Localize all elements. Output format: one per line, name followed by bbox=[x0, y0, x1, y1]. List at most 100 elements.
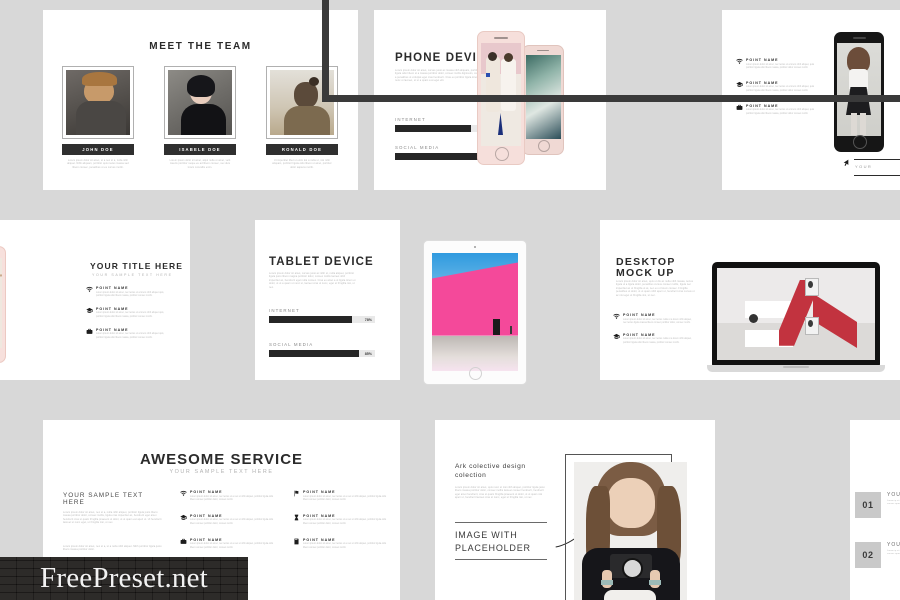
point-item[interactable]: POINT NAME Lorem ipsum dolor sit amet, n… bbox=[736, 58, 816, 70]
tablet-screen bbox=[432, 253, 518, 371]
point-item[interactable]: POINT NAME Lorem ipsum dolor sit amet, n… bbox=[736, 104, 816, 116]
briefcase-icon bbox=[736, 104, 743, 111]
point-item[interactable]: POINT NAME Lorem ipsum dolor sit amet, n… bbox=[180, 490, 275, 502]
point-name: POINT NAME bbox=[190, 513, 223, 518]
stat-bar-social-media: SOCIAL MEDIA 85% bbox=[269, 342, 375, 357]
graduation-cap-icon bbox=[613, 333, 620, 340]
slide-image-placeholder[interactable]: Ark colective design colection Lorem ips… bbox=[435, 420, 715, 600]
briefcase-icon bbox=[180, 538, 187, 545]
points-column-right: POINT NAME Lorem ipsum dolor sit amet, n… bbox=[293, 490, 388, 556]
point-item[interactable]: POINT NAME Lorem ipsum dolor sit amet, n… bbox=[86, 307, 170, 319]
item-title: YOU bbox=[887, 492, 900, 498]
point-name: POINT NAME bbox=[303, 490, 336, 494]
stat-fill bbox=[395, 125, 472, 132]
page-title: TABLET DEVICE bbox=[269, 256, 374, 268]
stat-label: SOCIAL MEDIA bbox=[269, 342, 314, 347]
left-column: YOUR SAMPLE TEXT HERE Lorem ipsum dolor … bbox=[63, 492, 164, 551]
point-item[interactable]: POINT NAME Lorem ipsum dolor sit amet, n… bbox=[293, 490, 388, 502]
member-name: JOHN DOE bbox=[82, 147, 114, 152]
point-text: Lorem ipsum dolor sit amet, nec lectus u… bbox=[746, 86, 815, 92]
section-heading: Ark colective design colection bbox=[455, 463, 526, 479]
point-name: POINT NAME bbox=[190, 490, 223, 494]
member-name: ISABELE DOE bbox=[179, 147, 221, 152]
points-list: POINT NAME Lorem ipsum dolor sit amet, n… bbox=[613, 313, 695, 351]
points-list: POINT NAME Lorem ipsum dolor sit amet, n… bbox=[736, 58, 816, 122]
item-text: Lorem ip sit amet, nunc dis nibh aliquet… bbox=[887, 500, 900, 506]
slide-deck-preview: MEET THE TEAM JOHN DOE Lorem ipsum dolor… bbox=[0, 0, 900, 600]
member-photo bbox=[66, 70, 130, 135]
numbered-item[interactable]: 02 YOU Lorem ip sit amet, nunc dis nibh … bbox=[855, 542, 900, 568]
watermark-text: FreePreset.net bbox=[40, 562, 208, 594]
point-item[interactable]: POINT NAME Lorem ipsum dolor sit amet, n… bbox=[736, 81, 816, 93]
callout-label: YOUR bbox=[855, 164, 873, 169]
stat-fill bbox=[395, 153, 479, 160]
page-title: YOUR TITLE HERE bbox=[90, 261, 184, 271]
slide-meet-the-team[interactable]: MEET THE TEAM JOHN DOE Lorem ipsum dolor… bbox=[43, 10, 358, 190]
point-name: POINT NAME bbox=[190, 537, 223, 542]
member-name-banner: RONALD DOE bbox=[266, 144, 338, 155]
team-member-card[interactable]: ISABELE DOE Lorem ipsum dolor sit amet, … bbox=[164, 66, 236, 169]
page-title-line-2: MOCK UP bbox=[616, 267, 675, 279]
point-name: POINT NAME bbox=[96, 286, 129, 290]
laptop-mockup bbox=[707, 262, 885, 377]
point-name: POINT NAME bbox=[746, 58, 779, 62]
point-text: Lorem ipsum dolor sit amet, nec lectus u… bbox=[96, 312, 165, 318]
slide-your-title-here[interactable]: YOUR TITLE HERE YOUR SAMPLE TEXT HERE PO… bbox=[0, 220, 190, 380]
slide-tablet-device-body[interactable]: TABLET DEVICE Lorem ipsum dolor sit amet… bbox=[255, 220, 400, 380]
point-item[interactable]: POINT NAME Lorem ipsum dolor sit amet, n… bbox=[613, 313, 695, 325]
body-text: Lorem ipsum dolor sit amet, quis nunc ut… bbox=[455, 486, 545, 500]
stat-value: 85% bbox=[364, 351, 372, 356]
team-member-card[interactable]: JOHN DOE Lorem ipsum dolor sit amet, ut … bbox=[62, 66, 134, 169]
wifi-icon bbox=[86, 286, 93, 293]
phone-mockup-dark bbox=[834, 32, 884, 152]
point-item[interactable]: POINT NAME Lorem ipsum dolor sit amet, n… bbox=[613, 333, 695, 345]
cursor-icon bbox=[842, 158, 850, 168]
graduation-cap-icon bbox=[180, 514, 187, 521]
tablet-mockup bbox=[423, 240, 527, 385]
number-label: 02 bbox=[862, 550, 874, 560]
page-title: AWESOME SERVICE bbox=[139, 451, 304, 468]
point-item[interactable]: POINT NAME Lorem ipsum dolor sit amet, n… bbox=[293, 514, 388, 526]
book-icon bbox=[293, 538, 300, 545]
wifi-icon bbox=[613, 313, 620, 320]
graduation-cap-icon bbox=[86, 307, 93, 314]
point-name: POINT NAME bbox=[746, 80, 779, 85]
point-text: Lorem ipsum dolor sit amet, nec lectus u… bbox=[96, 291, 165, 297]
point-text: Lorem ipsum dolor sit amet, nec lectus u… bbox=[190, 519, 274, 525]
page-title: MEET THE TEAM bbox=[149, 41, 252, 52]
briefcase-icon bbox=[86, 328, 93, 335]
stat-fill bbox=[269, 316, 352, 323]
watermark: FreePreset.net bbox=[0, 557, 248, 600]
point-name: POINT NAME bbox=[623, 332, 656, 337]
caption-line-2: PLACEHOLDER bbox=[455, 543, 531, 553]
slide-numbered-list[interactable]: 01 YOU Lorem ip sit amet, nunc dis nibh … bbox=[850, 420, 900, 600]
photo-placeholder bbox=[574, 462, 687, 600]
left-paragraph-1: Lorem ipsum dolor sit amet, nec ut a, nu… bbox=[63, 511, 162, 525]
point-item[interactable]: POINT NAME Lorem ipsum dolor sit amet, n… bbox=[86, 286, 170, 298]
flag-icon bbox=[293, 490, 300, 497]
stat-bar-internet: INTERNET 78% bbox=[269, 308, 375, 323]
slide-desktop-mockup[interactable]: DESKTOP MOCK UP Lorem ipsum dolor sit am… bbox=[600, 220, 900, 380]
point-text: Lorem ipsum dolor sit amet, nec lectus u… bbox=[190, 543, 274, 549]
body-text: Lorem ipsum dolor sit amet, quis ut dis … bbox=[616, 280, 695, 297]
wifi-icon bbox=[180, 490, 187, 497]
point-name: POINT NAME bbox=[746, 103, 779, 108]
point-name: POINT NAME bbox=[96, 327, 129, 332]
body-text: Lorem ipsum dolor sit amet, cursus justo… bbox=[395, 69, 482, 83]
point-text: Lorem ipsum dolor sit amet, nec lectus n… bbox=[623, 338, 692, 344]
point-item[interactable]: POINT NAME Lorem ipsum dolor sit amet, n… bbox=[86, 328, 170, 340]
item-text: Lorem ip sit amet, nunc dis nibh aliquet… bbox=[887, 550, 900, 556]
numbered-item[interactable]: 01 YOU Lorem ip sit amet, nunc dis nibh … bbox=[855, 492, 900, 518]
point-item[interactable]: POINT NAME Lorem ipsum dolor sit amet, n… bbox=[293, 538, 388, 550]
point-text: Lorem ipsum dolor sit amet, nec lectus u… bbox=[746, 109, 815, 115]
member-bio: Lorem ipsum dolor sit amet, ut a nec ut … bbox=[67, 159, 129, 169]
decorative-vertical-rule bbox=[322, 0, 329, 102]
point-text: Lorem ipsum dolor sit amet, nec lectus u… bbox=[96, 333, 165, 339]
point-item[interactable]: POINT NAME Lorem ipsum dolor sit amet, n… bbox=[180, 538, 275, 550]
point-name: POINT NAME bbox=[303, 513, 336, 518]
item-title: YOU bbox=[887, 542, 900, 548]
point-name: POINT NAME bbox=[623, 313, 656, 317]
number-badge: 01 bbox=[855, 492, 881, 518]
left-heading: YOUR SAMPLE TEXT HERE bbox=[63, 492, 144, 506]
point-item[interactable]: POINT NAME Lorem ipsum dolor sit amet, n… bbox=[180, 514, 275, 526]
